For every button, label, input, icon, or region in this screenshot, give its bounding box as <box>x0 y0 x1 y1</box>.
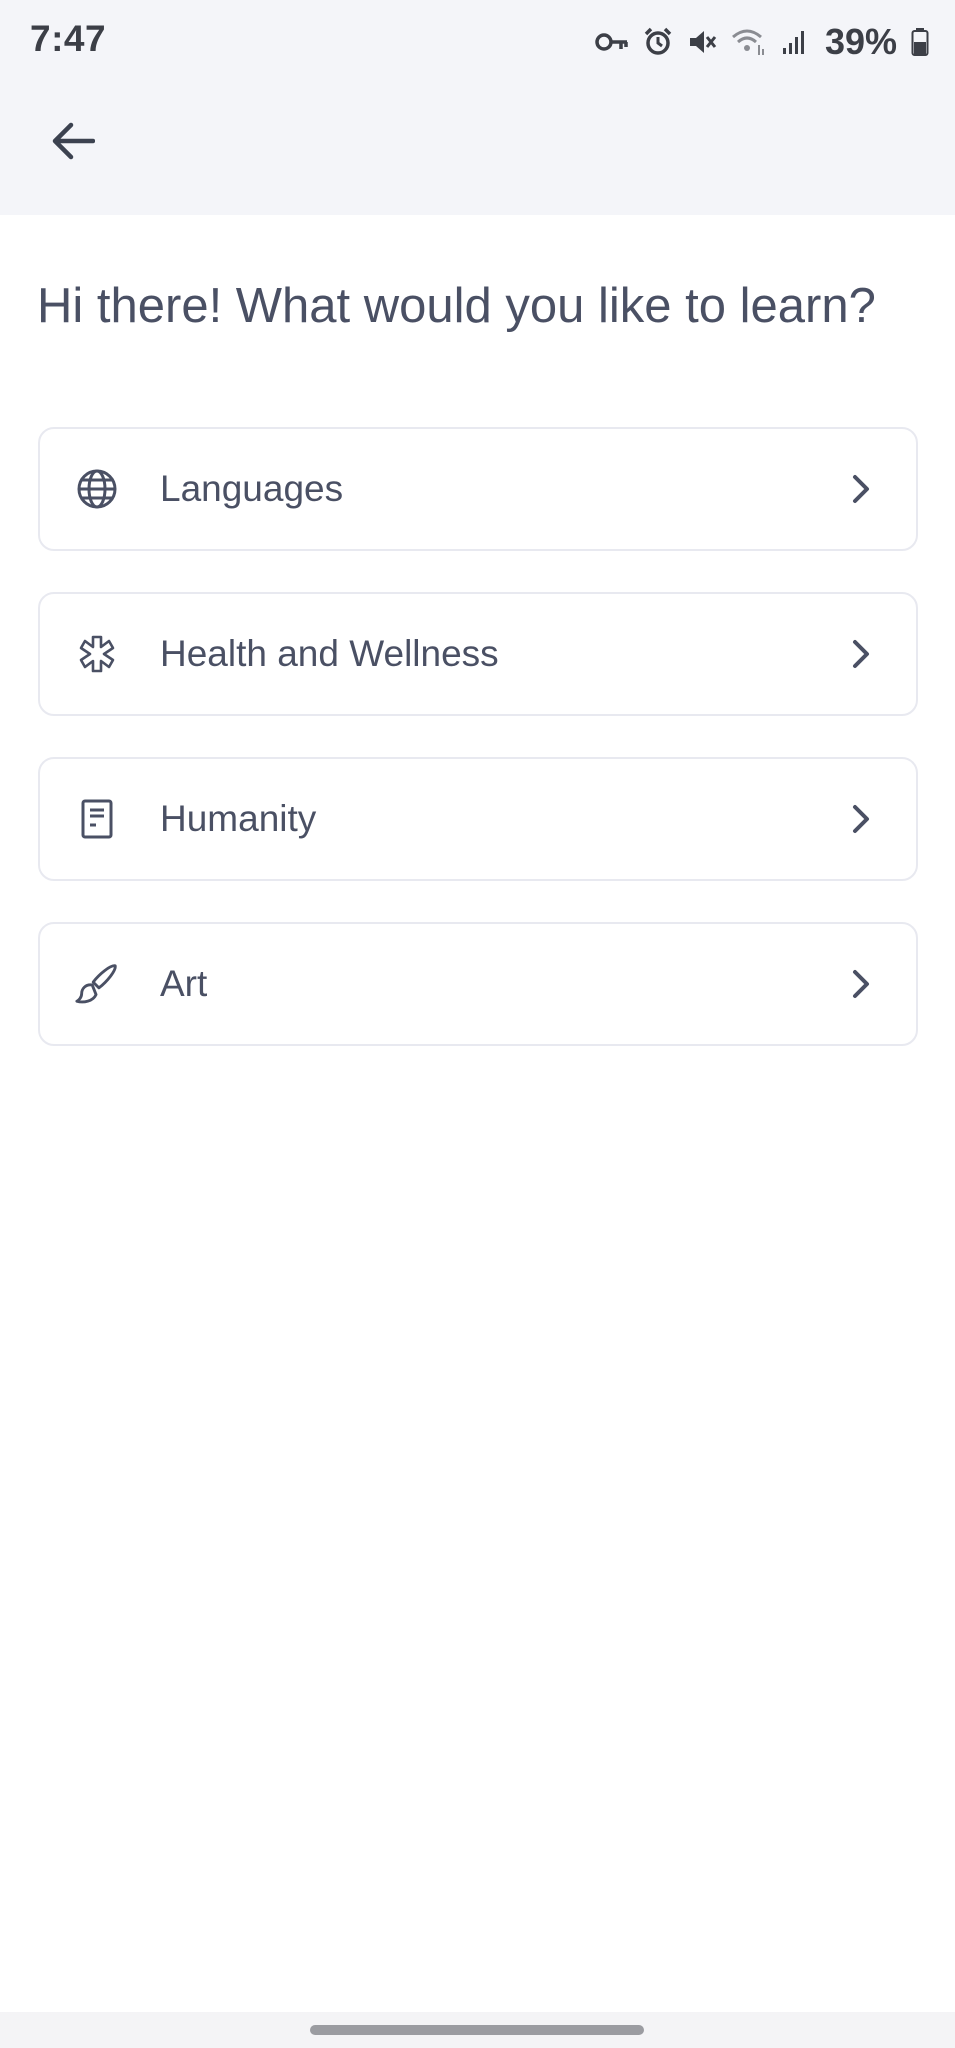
chevron-right-icon <box>846 636 876 672</box>
chevron-right-icon <box>846 801 876 837</box>
category-label: Health and Wellness <box>160 633 499 674</box>
paintbrush-icon <box>74 961 120 1007</box>
battery-percent: 39% <box>824 21 897 62</box>
category-humanity[interactable]: Humanity <box>38 757 918 881</box>
category-label: Humanity <box>160 798 317 839</box>
asterisk-icon <box>74 631 120 677</box>
top-app-bar: 7:47 39% <box>0 0 955 215</box>
category-art[interactable]: Art <box>38 922 918 1046</box>
status-time: 7:47 <box>30 18 107 59</box>
category-health-and-wellness[interactable]: Health and Wellness <box>38 592 918 716</box>
category-languages[interactable]: Languages <box>38 427 918 551</box>
back-button[interactable] <box>40 110 106 176</box>
wifi-icon <box>731 27 767 57</box>
arrow-left-icon <box>51 122 96 165</box>
book-icon <box>74 796 120 842</box>
chevron-right-icon <box>846 471 876 507</box>
home-gesture-handle[interactable] <box>310 2025 644 2035</box>
globe-icon <box>74 466 120 512</box>
battery-icon <box>911 27 929 57</box>
chevron-right-icon <box>846 966 876 1002</box>
status-bar: 7:47 39% <box>0 0 955 84</box>
signal-icon <box>781 28 807 56</box>
mute-icon <box>687 27 717 57</box>
alarm-icon <box>643 27 673 57</box>
status-icons: 39% <box>595 20 929 64</box>
key-icon <box>595 31 629 53</box>
page-title: Hi there! What would you like to learn? <box>37 279 876 333</box>
category-list: Languages Health and Wellness Humanity A… <box>38 427 918 1087</box>
category-label: Art <box>160 963 208 1004</box>
category-label: Languages <box>160 468 344 509</box>
system-navigation-bar <box>0 2012 955 2048</box>
